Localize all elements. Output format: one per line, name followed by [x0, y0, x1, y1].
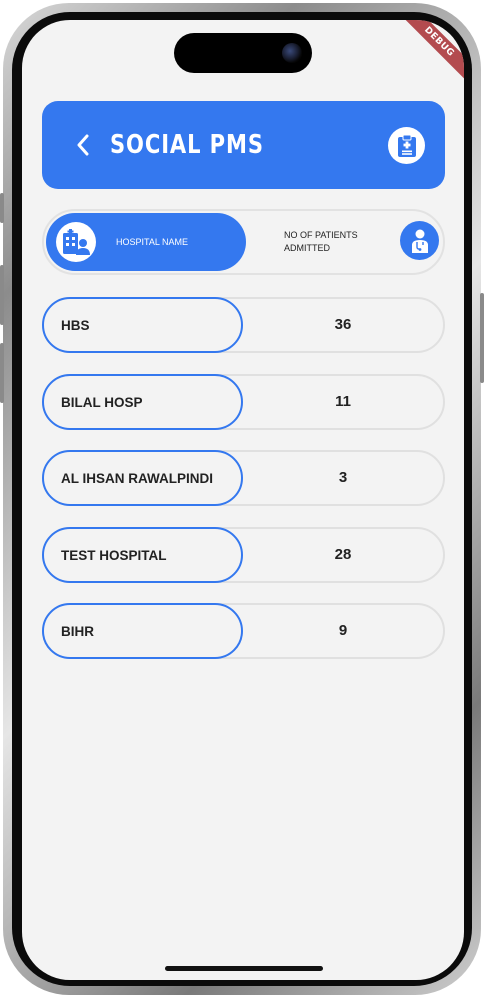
- power-button: [480, 293, 484, 383]
- app-bar: SOCIAL PMS: [42, 101, 445, 189]
- hospital-name: BIHR: [42, 603, 243, 659]
- table-row[interactable]: TEST HOSPITAL 28: [42, 527, 445, 583]
- volume-down-button: [0, 343, 4, 403]
- hospital-name: HBS: [42, 297, 243, 353]
- patients-admitted-label: NO OF PATIENTS ADMITTED: [284, 230, 358, 253]
- chevron-left-icon: [77, 134, 89, 156]
- clipboard-button[interactable]: [388, 127, 425, 164]
- patient-icon: [411, 229, 428, 253]
- patient-icon-badge: [400, 221, 439, 260]
- patient-count: 28: [334, 546, 352, 563]
- hospital-name: TEST HOSPITAL: [42, 527, 243, 583]
- camera-icon: [282, 43, 302, 63]
- table-header: HOSPITAL NAME NO OF PATIENTS ADMITTED: [42, 209, 445, 275]
- patient-count: 9: [338, 622, 348, 639]
- dynamic-island: [174, 33, 312, 73]
- app-screen: DEBUG SOCIAL PMS HOSPITAL NAME NO OF PAT…: [22, 20, 464, 980]
- back-button[interactable]: [68, 129, 98, 161]
- patient-count: 36: [334, 316, 352, 333]
- home-indicator[interactable]: [165, 966, 323, 971]
- hospital-icon-badge: [56, 222, 96, 262]
- patient-count: 3: [338, 469, 348, 486]
- table-row[interactable]: BILAL HOSP 11: [42, 374, 445, 430]
- hospital-building-icon: [63, 229, 90, 255]
- hospital-name: AL IHSAN RAWALPINDI: [42, 450, 243, 506]
- table-row[interactable]: AL IHSAN RAWALPINDI 3: [42, 450, 445, 506]
- patient-count: 11: [335, 393, 351, 410]
- silent-switch: [0, 193, 4, 223]
- hospital-name-label: HOSPITAL NAME: [116, 237, 189, 247]
- page-title: SOCIAL PMS: [110, 130, 264, 160]
- hospital-name-header: HOSPITAL NAME: [46, 213, 246, 271]
- table-row[interactable]: HBS 36: [42, 297, 445, 353]
- table-row[interactable]: BIHR 9: [42, 603, 445, 659]
- volume-up-button: [0, 265, 4, 325]
- clipboard-medical-icon: [397, 134, 416, 157]
- hospital-name: BILAL HOSP: [42, 374, 243, 430]
